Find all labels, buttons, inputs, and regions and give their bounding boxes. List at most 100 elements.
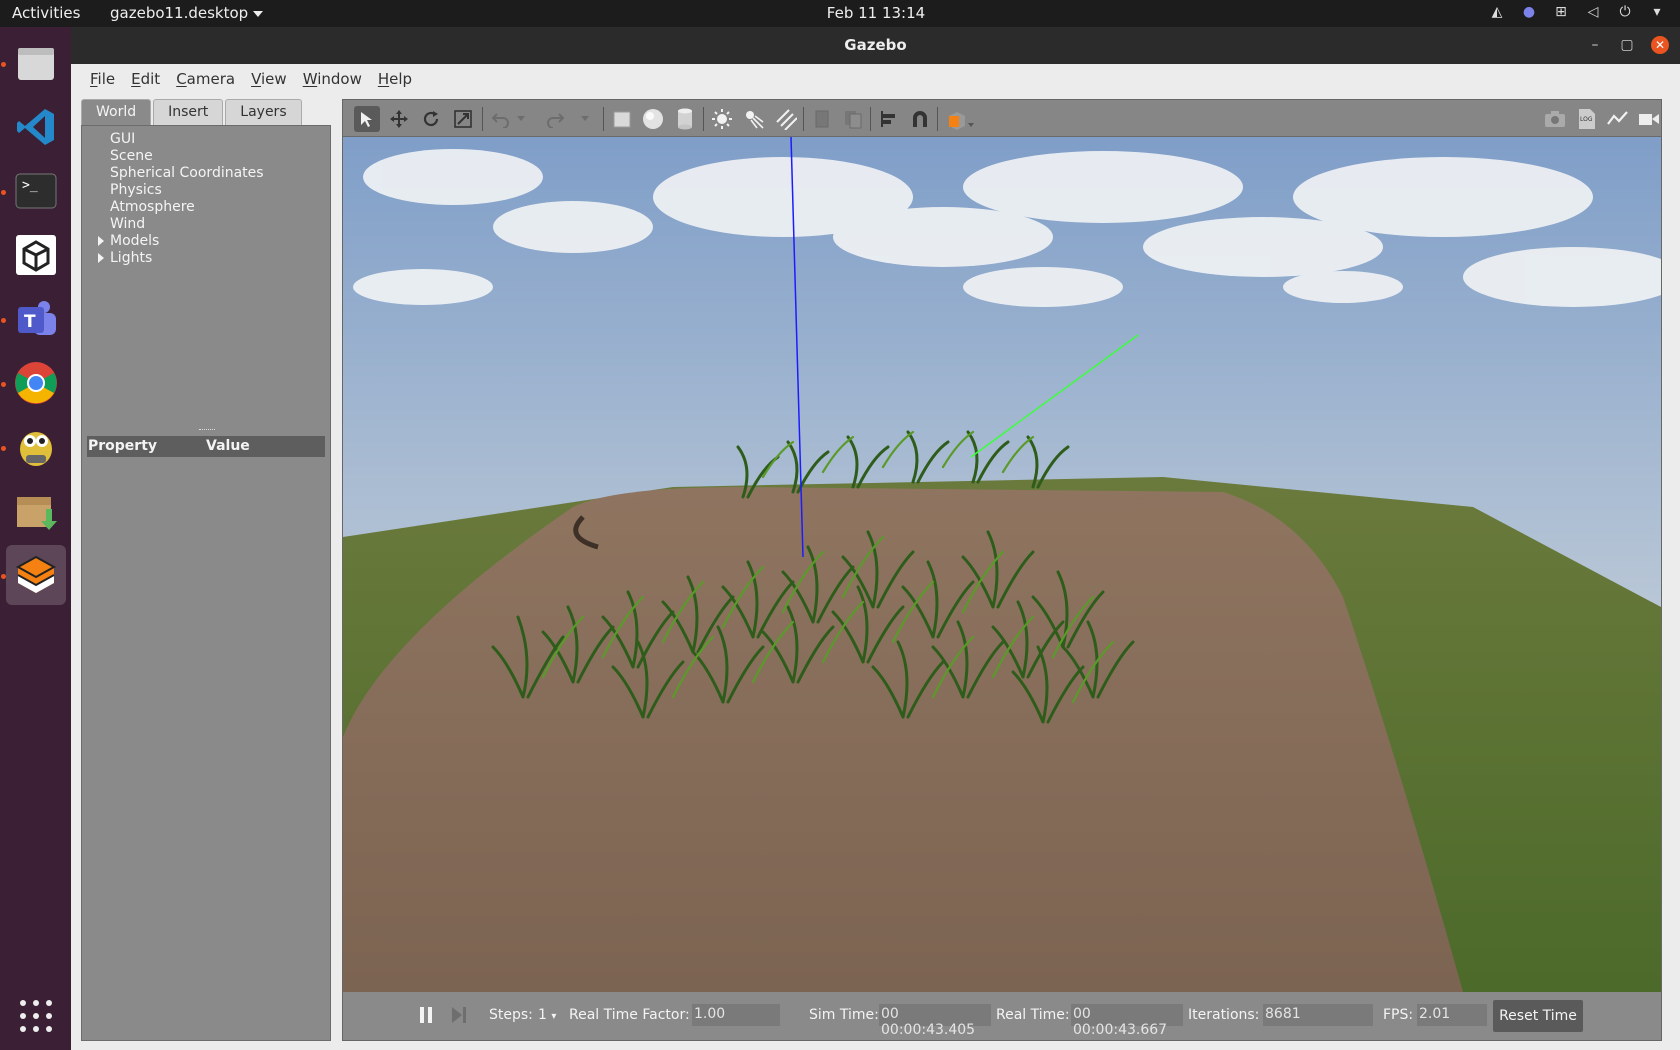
screenshot-camera-icon[interactable] xyxy=(1542,106,1568,132)
redo-history-icon[interactable] xyxy=(578,106,592,132)
svg-text:LOG: LOG xyxy=(1580,116,1593,123)
volume-icon[interactable]: ◁ xyxy=(1584,3,1602,21)
robot-app-icon[interactable] xyxy=(6,417,66,477)
menu-window[interactable]: Window xyxy=(297,64,368,94)
show-applications-icon[interactable] xyxy=(20,1000,52,1032)
menu-edit[interactable]: Edit xyxy=(125,64,166,94)
undo-icon[interactable] xyxy=(488,106,514,132)
teams-icon[interactable]: T xyxy=(6,289,66,349)
directional-light-icon[interactable] xyxy=(773,106,799,132)
property-column-header: Property xyxy=(88,438,158,454)
iterations-label: Iterations: xyxy=(1188,1007,1260,1023)
3d-scene[interactable] xyxy=(343,137,1661,992)
maximize-icon[interactable]: ▢ xyxy=(1618,36,1636,54)
svg-text:T: T xyxy=(24,312,36,332)
tab-layers[interactable]: Layers xyxy=(225,99,302,125)
unity-tray-icon[interactable]: ◭ xyxy=(1488,3,1506,21)
window-titlebar[interactable]: Gazebo – ▢ ✕ xyxy=(71,27,1680,64)
steps-value[interactable]: 1 ▾ xyxy=(538,1007,556,1023)
real-time-factor-value: 1.00 xyxy=(692,1004,780,1026)
spot-light-icon[interactable] xyxy=(741,106,767,132)
tree-item-wind[interactable]: Wind xyxy=(110,216,145,232)
unity-icon[interactable] xyxy=(6,225,66,285)
chevron-down-icon: ▾ xyxy=(551,1011,557,1022)
scale-mode-icon[interactable] xyxy=(450,106,476,132)
vscode-icon[interactable] xyxy=(6,97,66,157)
tree-item-scene[interactable]: Scene xyxy=(110,148,153,164)
video-record-icon[interactable] xyxy=(1636,106,1662,132)
align-icon[interactable] xyxy=(876,106,902,132)
sim-time-value: 00 00:00:43.405 xyxy=(879,1004,991,1038)
system-tray: ◭ ● ⊞ ◁ ⏻ ▾ xyxy=(1488,3,1666,21)
tab-world[interactable]: World xyxy=(81,99,152,125)
expand-arrow-icon[interactable] xyxy=(98,236,104,246)
close-icon[interactable]: ✕ xyxy=(1651,36,1669,54)
menu-view[interactable]: View xyxy=(245,64,293,94)
reset-time-button[interactable]: Reset Time xyxy=(1493,1000,1583,1032)
terminal-icon[interactable]: >_ xyxy=(6,161,66,221)
menu-bar: File Edit Camera View Window Help xyxy=(71,64,1680,94)
tree-item-spherical-coordinates[interactable]: Spherical Coordinates xyxy=(110,165,264,181)
gazebo-icon[interactable] xyxy=(6,545,66,605)
tree-item-physics[interactable]: Physics xyxy=(110,182,162,198)
tree-item-models[interactable]: Models xyxy=(98,233,160,249)
tree-item-label: Lights xyxy=(110,250,153,266)
value-column-header: Value xyxy=(206,438,250,454)
log-icon[interactable]: LOG xyxy=(1574,106,1600,132)
files-icon[interactable] xyxy=(6,33,66,93)
tree-item-label: Models xyxy=(110,233,160,249)
tree-item-lights[interactable]: Lights xyxy=(98,250,153,266)
teams-tray-icon[interactable]: ● xyxy=(1520,3,1538,21)
panel-tabs: World Insert Layers xyxy=(81,99,302,125)
tree-item-atmosphere[interactable]: Atmosphere xyxy=(110,199,195,215)
left-panel: World Insert Layers GUI Scene Spherical … xyxy=(81,99,331,1041)
minimize-icon[interactable]: – xyxy=(1586,36,1604,54)
tree-item-gui[interactable]: GUI xyxy=(110,131,135,147)
svg-text:>_: >_ xyxy=(22,178,38,193)
steps-label: Steps: xyxy=(489,1007,533,1023)
step-forward-icon[interactable] xyxy=(446,1002,472,1028)
dock: >_ T xyxy=(0,27,71,1050)
render-viewport: LOG Steps: 1 ▾ Real Time Factor: 1.00 Si… xyxy=(342,99,1662,1041)
select-mode-icon[interactable] xyxy=(354,106,380,132)
system-top-bar: Activities gazebo11.desktop Feb 11 13:14… xyxy=(0,0,1680,27)
point-light-icon[interactable] xyxy=(709,106,735,132)
tab-insert[interactable]: Insert xyxy=(153,99,224,125)
plot-icon[interactable] xyxy=(1605,106,1631,132)
panel-splitter-handle[interactable] xyxy=(199,429,215,432)
translate-mode-icon[interactable] xyxy=(386,106,412,132)
world-tree-panel: GUI Scene Spherical Coordinates Physics … xyxy=(81,125,331,1041)
undo-history-icon[interactable] xyxy=(514,106,528,132)
snap-magnet-icon[interactable] xyxy=(907,106,933,132)
chevron-down-icon[interactable]: ▾ xyxy=(1648,3,1666,21)
menu-help[interactable]: Help xyxy=(372,64,418,94)
viewport-toolbar: LOG xyxy=(343,100,1661,137)
iterations-value: 8681 xyxy=(1263,1004,1373,1026)
simulation-status-bar: Steps: 1 ▾ Real Time Factor: 1.00 Sim Ti… xyxy=(343,992,1661,1040)
real-time-factor-label: Real Time Factor: xyxy=(569,1007,690,1023)
expand-arrow-icon[interactable] xyxy=(98,253,104,263)
network-icon[interactable]: ⊞ xyxy=(1552,3,1570,21)
clock[interactable]: Feb 11 13:14 xyxy=(0,4,1680,22)
fps-value: 2.01 xyxy=(1417,1004,1487,1026)
steps-value-text: 1 xyxy=(538,1007,547,1023)
window-title: Gazebo xyxy=(844,36,907,54)
pause-icon[interactable] xyxy=(413,1002,439,1028)
cylinder-shape-icon[interactable] xyxy=(672,106,698,132)
sphere-shape-icon[interactable] xyxy=(640,106,666,132)
menu-file[interactable]: File xyxy=(84,64,121,94)
chrome-icon[interactable] xyxy=(6,353,66,413)
installer-icon[interactable] xyxy=(6,481,66,541)
paste-icon[interactable] xyxy=(840,106,866,132)
redo-icon[interactable] xyxy=(542,106,568,132)
view-angle-icon[interactable] xyxy=(943,106,977,132)
box-shape-icon[interactable] xyxy=(609,106,635,132)
rotate-mode-icon[interactable] xyxy=(418,106,444,132)
menu-camera[interactable]: Camera xyxy=(170,64,241,94)
copy-icon[interactable] xyxy=(809,106,835,132)
property-table-header: Property Value xyxy=(87,436,325,457)
gazebo-window: Gazebo – ▢ ✕ File Edit Camera View Windo… xyxy=(71,27,1680,1050)
real-time-value: 00 00:00:43.667 xyxy=(1071,1004,1183,1038)
fps-label: FPS: xyxy=(1383,1007,1414,1023)
power-icon[interactable]: ⏻ xyxy=(1616,3,1634,21)
